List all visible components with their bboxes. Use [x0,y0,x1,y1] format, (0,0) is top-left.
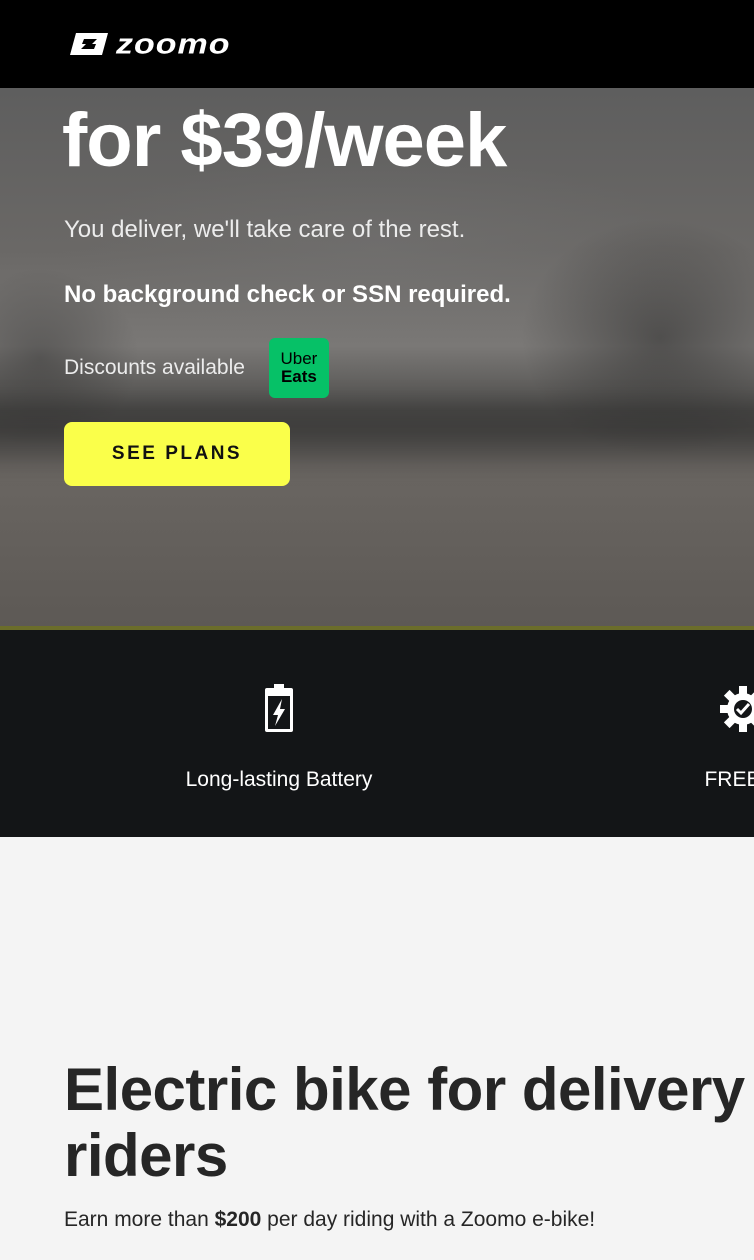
feature-repairs: FREE R [593,630,754,837]
features-strip: Long-lasting Battery FREE R [0,630,754,837]
hero-requirement-note: No background check or SSN required. [64,281,511,308]
discounts-row: Discounts available Uber Eats [64,338,329,398]
content-section: Electric bike for delivery riders Earn m… [0,837,754,1260]
battery-icon [265,684,293,732]
uber-eats-badge-line2: Eats [280,367,317,386]
section-body: Earn more than $200 per day riding with … [64,1205,595,1235]
zoomo-logo[interactable]: zoomo [70,30,231,58]
hero-title: for $39/week [62,98,507,183]
page: zoomo for $39/week You deliver, we'll ta… [0,0,754,1260]
discounts-label: Discounts available [64,356,245,379]
uber-eats-badge-line1: Uber [280,349,318,368]
uber-eats-badge: Uber Eats [268,338,329,398]
see-plans-button[interactable]: SEE PLANS [64,422,290,486]
hero-section: for $39/week You deliver, we'll take car… [0,88,754,626]
hero-subtitle: You deliver, we'll take care of the rest… [64,216,466,243]
feature-battery: Long-lasting Battery [129,630,429,837]
gear-icon [720,686,754,732]
feature-label: FREE R [704,768,754,791]
zoomo-mark-icon [70,33,108,55]
site-header: zoomo [0,0,754,88]
section-body-suffix: per day riding with a Zoomo e-bike! [261,1208,596,1231]
feature-label: Long-lasting Battery [185,768,373,791]
logo-wordmark: zoomo [116,27,231,61]
section-title: Electric bike for delivery riders [64,1056,745,1189]
section-body-prefix: Earn more than [64,1208,215,1231]
section-body-amount: $200 [214,1208,262,1231]
